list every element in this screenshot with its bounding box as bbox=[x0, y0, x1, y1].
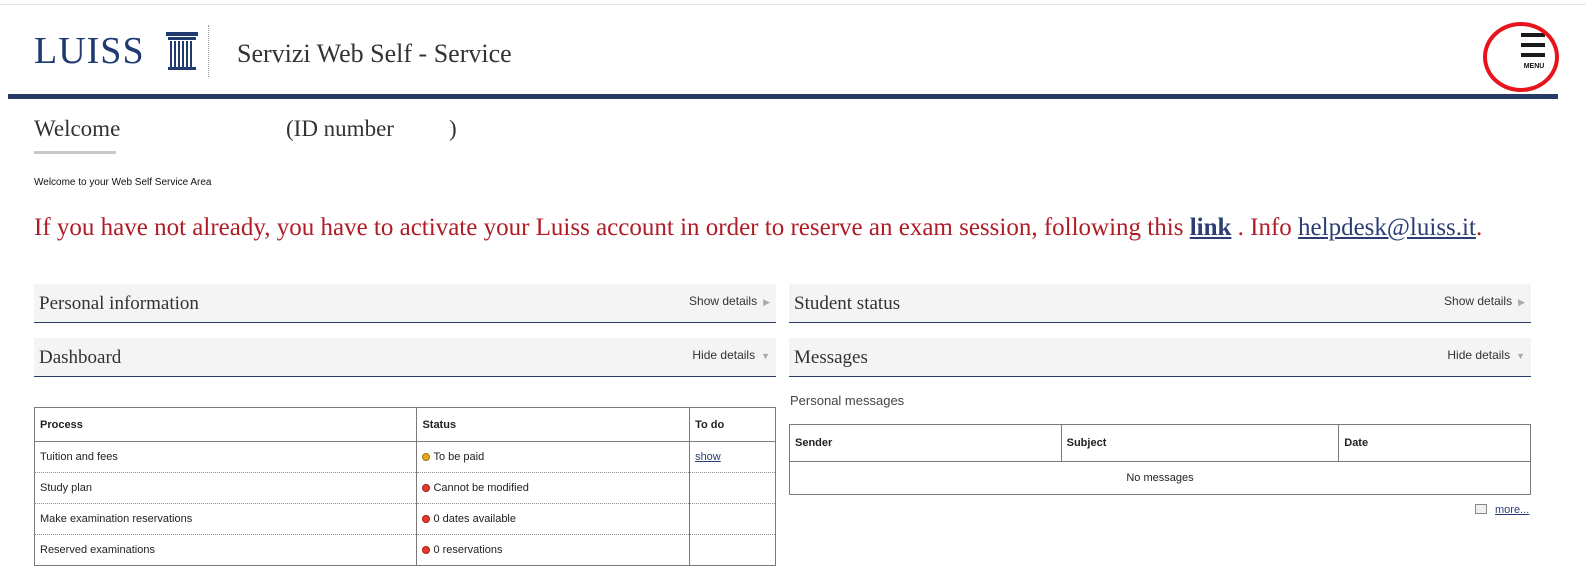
process-cell: Reserved examinations bbox=[34, 534, 418, 566]
table-row: Make examination reservations 0 dates av… bbox=[34, 503, 776, 535]
todo-cell: show bbox=[689, 441, 776, 473]
column-header: Process bbox=[34, 407, 418, 442]
table-header-row: Sender Subject Date bbox=[789, 424, 1531, 462]
logo-divider bbox=[208, 25, 209, 77]
table-row: No messages bbox=[790, 462, 1531, 495]
column-header: Status bbox=[416, 407, 691, 442]
status-red-icon bbox=[422, 484, 431, 492]
activation-link[interactable]: link bbox=[1190, 214, 1232, 241]
hamburger-icon bbox=[1521, 33, 1545, 37]
process-table: Process Status To do Tuition and fees To… bbox=[34, 407, 776, 566]
site-header: LUISS Servizi Web Self - Service MENU bbox=[0, 5, 1586, 93]
panel-student-status: Student status Show details ▶ bbox=[789, 284, 1531, 323]
table-header-row: Process Status To do bbox=[34, 407, 776, 442]
todo-cell bbox=[689, 503, 776, 535]
more-messages-link[interactable]: more... bbox=[1475, 504, 1529, 516]
panel-title: Dashboard bbox=[39, 347, 122, 368]
todo-cell bbox=[689, 534, 776, 566]
menu-label: MENU bbox=[1523, 63, 1545, 70]
table-row: Reserved examinations 0 reservations bbox=[34, 534, 776, 566]
panel-title: Student status bbox=[794, 293, 901, 314]
process-cell: Make examination reservations bbox=[34, 503, 418, 535]
table-row: Study plan Cannot be modified bbox=[34, 472, 776, 504]
status-cell: 0 reservations bbox=[416, 534, 691, 566]
columns-logo-icon bbox=[166, 32, 198, 70]
show-details-toggle[interactable]: Show details ▶ bbox=[1444, 294, 1525, 308]
column-header: To do bbox=[689, 407, 776, 442]
empty-message-cell: No messages bbox=[1126, 472, 1194, 484]
message-icon bbox=[1475, 504, 1487, 514]
activation-alert: If you have not already, you have to act… bbox=[34, 214, 1483, 241]
header-band bbox=[8, 94, 1558, 99]
triangle-right-icon: ▶ bbox=[763, 297, 770, 307]
id-number-label: (ID number) bbox=[286, 116, 457, 141]
menu-button[interactable]: MENU bbox=[1512, 25, 1556, 77]
column-header: Subject bbox=[1061, 424, 1340, 462]
welcome-underline bbox=[34, 151, 116, 154]
helpdesk-email-link[interactable]: helpdesk@luiss.it bbox=[1298, 214, 1476, 241]
show-details-toggle[interactable]: Show details ▶ bbox=[689, 294, 770, 308]
process-cell: Study plan bbox=[34, 472, 418, 504]
triangle-down-icon: ▼ bbox=[1516, 351, 1525, 361]
triangle-down-icon: ▼ bbox=[761, 351, 770, 361]
table-row: Tuition and fees To be paid show bbox=[34, 441, 776, 473]
status-red-icon bbox=[422, 546, 431, 554]
triangle-right-icon: ▶ bbox=[1518, 297, 1525, 307]
status-cell: To be paid bbox=[416, 441, 691, 473]
show-link[interactable]: show bbox=[695, 451, 721, 463]
status-yellow-icon bbox=[422, 453, 431, 461]
todo-cell bbox=[689, 472, 776, 504]
welcome-subtitle: Welcome to your Web Self Service Area bbox=[34, 177, 212, 188]
panel-dashboard: Dashboard Hide details ▼ bbox=[34, 338, 776, 377]
hide-details-toggle[interactable]: Hide details ▼ bbox=[1447, 348, 1525, 362]
site-title: Servizi Web Self - Service bbox=[237, 39, 512, 68]
status-cell: Cannot be modified bbox=[416, 472, 691, 504]
panel-messages: Messages Hide details ▼ bbox=[789, 338, 1531, 377]
hide-details-toggle[interactable]: Hide details ▼ bbox=[692, 348, 770, 362]
process-cell: Tuition and fees bbox=[34, 441, 418, 473]
panel-title: Messages bbox=[794, 347, 868, 368]
personal-messages-caption: Personal messages bbox=[790, 393, 905, 408]
column-header: Sender bbox=[789, 424, 1062, 462]
status-cell: 0 dates available bbox=[416, 503, 691, 535]
status-red-icon bbox=[422, 515, 431, 523]
welcome-title: Welcome bbox=[34, 116, 121, 141]
panel-personal-information: Personal information Show details ▶ bbox=[34, 284, 776, 323]
panel-title: Personal information bbox=[39, 293, 199, 314]
messages-table: Sender Subject Date No messages bbox=[789, 424, 1531, 495]
column-header: Date bbox=[1338, 424, 1531, 462]
luiss-logo-text: LUISS bbox=[34, 30, 145, 72]
